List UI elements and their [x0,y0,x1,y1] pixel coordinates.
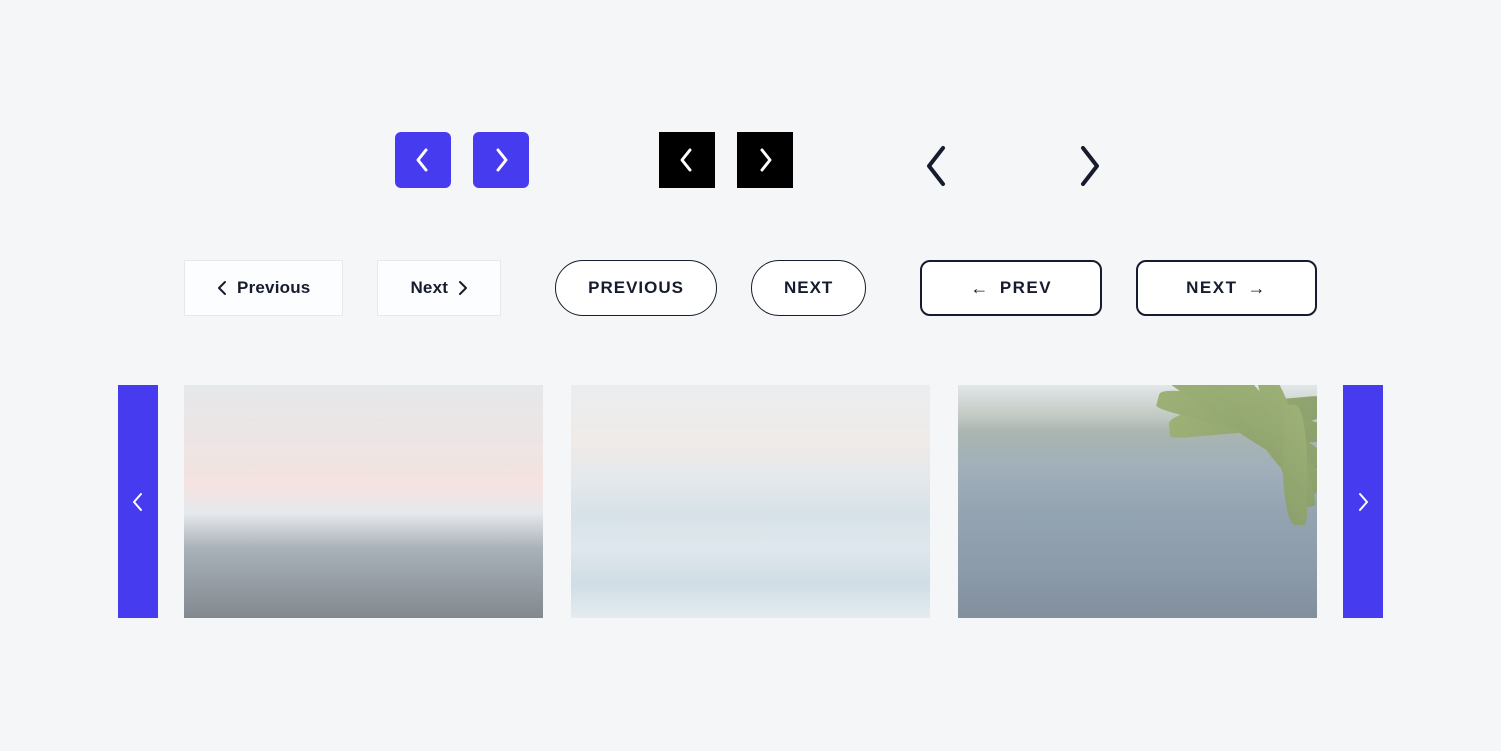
labeled-nav-pair-rounded: PREVIOUS NEXT [555,260,866,316]
labeled-nav-pair-grey: Previous Next [184,260,501,316]
chevron-right-icon [1075,144,1103,188]
chevron-left-icon [414,146,432,174]
carousel-slides [184,385,1317,618]
prev-button-blue[interactable] [395,132,451,188]
previous-label: PREV [1000,278,1052,298]
arrow-right-icon: → [1247,279,1267,297]
next-button-blue[interactable] [473,132,529,188]
chevron-left-icon [923,144,951,188]
chevron-right-icon [492,146,510,174]
carousel-slide[interactable] [184,385,543,618]
icon-nav-group-black [659,132,793,188]
chevron-right-icon [458,280,468,296]
icon-nav-group-plain [923,144,1107,176]
chevron-right-icon [756,146,774,174]
previous-button[interactable]: PREVIOUS [555,260,717,316]
labeled-nav-pair-thick: ← PREV NEXT → [920,260,1317,316]
previous-button[interactable]: ← PREV [920,260,1102,316]
icon-nav-row [0,132,1501,188]
chevron-right-icon [1356,491,1370,513]
next-button[interactable]: NEXT → [1136,260,1317,316]
carousel-slide[interactable] [571,385,930,618]
labeled-nav-row: Previous Next PREVIOUS NEXT ← PREV NEXT … [0,260,1501,316]
next-label: NEXT [1186,278,1237,298]
prev-button-black[interactable] [659,132,715,188]
arrow-left-icon: ← [970,279,990,297]
next-button-plain[interactable] [1075,144,1107,176]
image-carousel [118,385,1383,618]
next-label: Next [410,278,448,298]
carousel-prev-button[interactable] [118,385,158,618]
chevron-left-icon [217,280,227,296]
carousel-next-button[interactable] [1343,385,1383,618]
previous-label: Previous [237,278,310,298]
next-button[interactable]: Next [377,260,501,316]
prev-button-plain[interactable] [923,144,955,176]
carousel-slide[interactable] [958,385,1317,618]
icon-nav-group-blue [395,132,529,188]
chevron-left-icon [678,146,696,174]
palm-decoration [1127,385,1317,618]
chevron-left-icon [131,491,145,513]
next-button[interactable]: NEXT [751,260,866,316]
next-button-black[interactable] [737,132,793,188]
previous-button[interactable]: Previous [184,260,343,316]
next-label: NEXT [784,278,833,298]
previous-label: PREVIOUS [588,278,684,298]
